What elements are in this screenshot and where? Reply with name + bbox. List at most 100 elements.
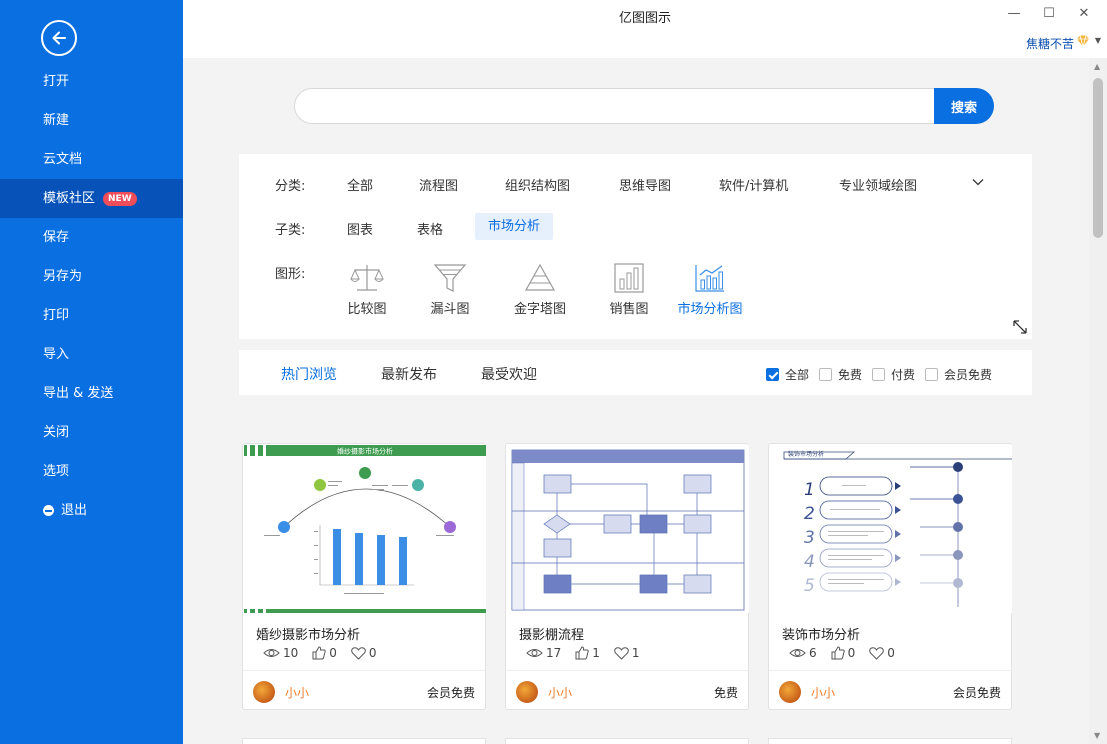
sidebar-item-save[interactable]: 保存 [0, 218, 183, 257]
heart-icon[interactable] [869, 646, 885, 660]
expand-icon[interactable] [1012, 319, 1028, 335]
user-name[interactable]: 焦糖不苦 [1026, 35, 1074, 52]
views-count: 6 [809, 646, 817, 660]
sidebar-item-template-community[interactable]: 模板社区 NEW [0, 179, 183, 218]
price-label: 免费 [713, 686, 738, 700]
sidebar-item-label: 模板社区 [43, 191, 96, 206]
card-footer: 小小 会员免费 [243, 670, 485, 710]
shape-comparison[interactable]: 比较图 [322, 262, 412, 317]
category-org-chart[interactable]: 组织结构图 [505, 175, 570, 194]
shape-comparison-label: 比较图 [347, 302, 387, 317]
search-button[interactable]: 搜索 [934, 88, 994, 124]
tab-popular[interactable]: 最受欢迎 [481, 364, 537, 384]
filter-all-checkbox[interactable]: 全部 [766, 366, 809, 383]
heart-icon[interactable] [351, 646, 366, 660]
filter-paid-checkbox[interactable]: 付费 [872, 366, 915, 383]
shape-sales[interactable]: 销售图 [584, 262, 674, 317]
sidebar-item-label: 打印 [43, 308, 70, 323]
category-mind-map[interactable]: 思维导图 [619, 175, 671, 194]
shape-pyramid[interactable]: 金字塔图 [495, 262, 585, 317]
category-flowchart[interactable]: 流程图 [419, 175, 458, 194]
card-footer: 小小 免费 [506, 670, 748, 710]
maximize-button[interactable]: ☐ [1038, 4, 1060, 24]
sidebar-item-label: 退出 [61, 503, 88, 518]
thumbs-up-icon[interactable] [575, 646, 589, 660]
tab-latest[interactable]: 最新发布 [381, 364, 437, 384]
sidebar-item-label: 导出 & 发送 [43, 386, 114, 401]
subcategory-label: 子类: [275, 223, 306, 238]
filter-member-checkbox[interactable]: 会员免费 [925, 366, 992, 383]
shape-pyramid-label: 金字塔图 [513, 302, 566, 317]
sidebar-item-print[interactable]: 打印 [0, 296, 183, 335]
funnel-icon [433, 264, 467, 292]
shape-funnel[interactable]: 漏斗图 [405, 262, 495, 317]
sidebar-item-label: 云文档 [43, 152, 83, 167]
template-card-partial[interactable] [242, 738, 486, 744]
sidebar-item-save-as[interactable]: 另存为 [0, 257, 183, 296]
bar-chart-icon [614, 263, 644, 293]
minimize-button[interactable]: — [1003, 4, 1025, 24]
author-name[interactable]: 小小 [548, 684, 572, 701]
avatar[interactable] [779, 681, 801, 703]
avatar[interactable] [253, 681, 275, 703]
close-button[interactable]: ✕ [1073, 4, 1095, 24]
template-card[interactable]: 装饰市场分析 1 2 3 4 5 装饰市场分析 6 0 0 小小 会员免费 [768, 443, 1012, 710]
sidebar-item-options[interactable]: 选项 [0, 452, 183, 491]
author-name[interactable]: 小小 [811, 684, 835, 701]
template-title: 装饰市场分析 [782, 628, 861, 643]
sidebar-item-export-send[interactable]: 导出 & 发送 [0, 374, 183, 413]
category-software[interactable]: 软件/计算机 [719, 175, 788, 194]
thumbs-up-icon[interactable] [831, 646, 845, 660]
sidebar-item-new[interactable]: 新建 [0, 101, 183, 140]
sidebar-item-label: 导入 [43, 347, 70, 362]
scroll-up-arrow-icon[interactable]: ▲ [1094, 62, 1100, 71]
template-stats: 6 0 0 [789, 646, 909, 660]
exit-icon [43, 505, 54, 516]
favorites-count: 0 [887, 646, 895, 660]
scroll-down-arrow-icon[interactable]: ▼ [1094, 731, 1100, 740]
back-button[interactable] [41, 20, 77, 56]
sidebar-item-close[interactable]: 关闭 [0, 413, 183, 452]
sidebar-item-import[interactable]: 导入 [0, 335, 183, 374]
search-input[interactable] [294, 88, 934, 124]
balance-scale-icon [350, 265, 384, 291]
template-card-partial[interactable] [768, 738, 1012, 744]
main-content: 搜索 分类: 全部 流程图 组织结构图 思维导图 软件/计算机 专业领域绘图 子… [183, 58, 1089, 744]
category-all[interactable]: 全部 [347, 175, 373, 194]
sidebar-item-label: 另存为 [43, 269, 83, 284]
eye-icon [789, 649, 806, 657]
checkbox-checked[interactable] [766, 368, 779, 381]
author-name[interactable]: 小小 [285, 684, 309, 701]
sidebar-menu: 打开 新建 云文档 模板社区 NEW 保存 另存为 打印 导入 导出 & 发送 关… [0, 62, 183, 530]
scrollbar-thumb[interactable] [1093, 78, 1103, 238]
checkbox[interactable] [872, 368, 885, 381]
avatar[interactable] [516, 681, 538, 703]
checkbox[interactable] [819, 368, 832, 381]
subcategory-charts[interactable]: 图表 [347, 219, 373, 238]
shape-market-analysis-label: 市场分析图 [677, 302, 743, 317]
vertical-scrollbar[interactable]: ▲ ▼ [1089, 58, 1107, 744]
subcategory-tables[interactable]: 表格 [417, 219, 443, 238]
thumbs-up-icon[interactable] [312, 646, 326, 660]
likes-count: 0 [847, 646, 856, 660]
heart-icon[interactable] [614, 646, 629, 660]
template-thumbnail: 装饰市场分析 1 2 3 4 5 [770, 445, 1012, 613]
filter-free-checkbox[interactable]: 免费 [819, 366, 862, 383]
shape-market-analysis[interactable]: 市场分析图 [665, 262, 755, 317]
chevron-down-icon[interactable] [972, 176, 984, 188]
views-count: 17 [546, 646, 562, 660]
user-menu-caret-icon[interactable]: ▼ [1095, 36, 1101, 45]
template-card[interactable]: 婚纱摄影市场分析 婚纱摄影市场分析 10 0 0 小小 会员免费 [242, 443, 486, 710]
eye-icon [526, 649, 543, 657]
shape-label: 图形: [275, 267, 306, 282]
template-card[interactable]: 摄影棚流程 17 1 1 小小 免费 [505, 443, 749, 710]
tab-hot[interactable]: 热门浏览 [281, 364, 337, 384]
sidebar-item-cloud-docs[interactable]: 云文档 [0, 140, 183, 179]
category-professional[interactable]: 专业领域绘图 [839, 175, 917, 194]
sidebar-item-open[interactable]: 打开 [0, 62, 183, 101]
template-card-partial[interactable] [505, 738, 749, 744]
filter-member-label: 会员免费 [944, 368, 993, 382]
checkbox[interactable] [925, 368, 938, 381]
sidebar-item-exit[interactable]: 退出 [0, 491, 183, 530]
subcategory-market-analysis[interactable]: 市场分析 [475, 213, 554, 240]
